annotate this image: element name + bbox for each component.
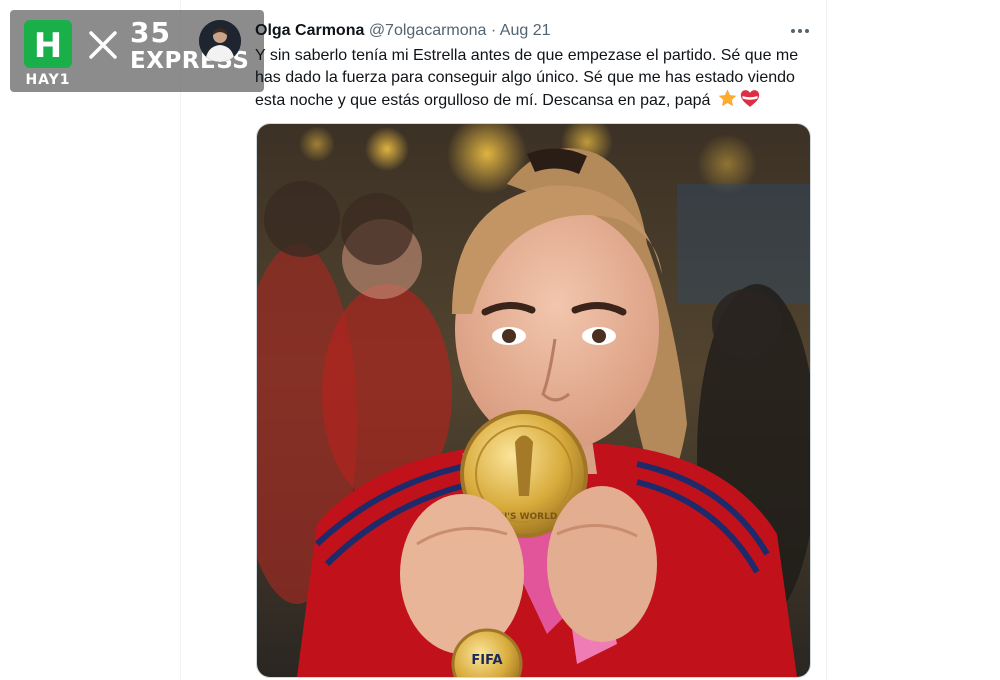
hay1-logo: H bbox=[24, 20, 72, 68]
medal-brand-text: FIFA bbox=[471, 653, 502, 668]
tweet-date[interactable]: Aug 21 bbox=[500, 22, 551, 39]
tweet-header: Olga Carmona @7olgacarmona · Aug 21 bbox=[255, 21, 551, 41]
more-options-button[interactable] bbox=[786, 20, 814, 42]
tweet-text: Y sin saberlo tenía mi Estrella antes de… bbox=[255, 45, 815, 115]
left-column bbox=[0, 0, 181, 680]
hay1-logo-letter: H bbox=[34, 26, 62, 66]
more-dots-icon bbox=[791, 29, 809, 33]
tweet-photo[interactable]: WOMEN'S WORLD CUP FIFA bbox=[256, 123, 811, 678]
hay1-label: HAY1 bbox=[25, 72, 71, 88]
star-emoji bbox=[718, 89, 737, 115]
author-handle[interactable]: @7olgacarmona bbox=[369, 22, 487, 39]
collab-x-icon bbox=[88, 30, 118, 65]
heart-with-ribbon-emoji bbox=[740, 89, 760, 115]
player-kissing-medal-image: WOMEN'S WORLD CUP FIFA bbox=[257, 124, 810, 677]
header-separator: · bbox=[490, 22, 497, 39]
author-name[interactable]: Olga Carmona bbox=[255, 22, 364, 39]
tweet-body: Y sin saberlo tenía mi Estrella antes de… bbox=[255, 47, 799, 109]
partner-number: 35 bbox=[130, 16, 171, 49]
timeline-right-border bbox=[826, 0, 827, 680]
author-avatar[interactable] bbox=[199, 20, 241, 62]
